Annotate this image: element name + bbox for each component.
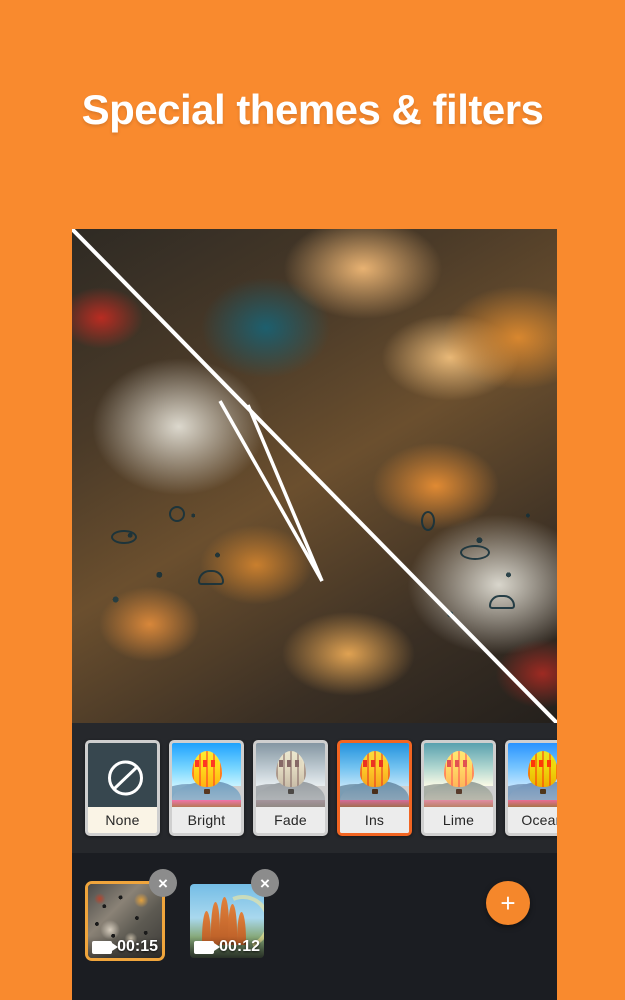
clip-item[interactable]: 00:12 × — [187, 869, 279, 961]
filter-item-ocean[interactable]: Ocean — [505, 740, 557, 836]
doodle-icon — [169, 505, 185, 522]
clip-duration: 00:15 — [117, 938, 158, 955]
filter-label: Fade — [256, 807, 325, 833]
doodle-icon — [198, 569, 225, 585]
doodle-icon — [421, 510, 436, 531]
balloon-icon — [359, 751, 390, 788]
video-camera-icon — [92, 940, 118, 954]
filter-thumbnail — [508, 743, 557, 813]
video-preview[interactable] — [72, 229, 557, 723]
filter-item-lime[interactable]: Lime — [421, 740, 496, 836]
close-icon[interactable]: × — [149, 869, 177, 897]
balloon-icon — [191, 751, 222, 788]
filter-label: Ocean — [508, 807, 557, 833]
doodle-icon — [489, 594, 516, 609]
filter-item-bright[interactable]: Bright — [169, 740, 244, 836]
clip-item[interactable]: 00:15 × — [85, 869, 177, 961]
balloon-icon — [527, 751, 557, 788]
page-title: Special themes & filters — [81, 86, 544, 133]
filter-label: Ins — [340, 807, 409, 833]
filter-item-none[interactable]: None — [85, 740, 160, 836]
add-clip-button[interactable]: + — [486, 881, 530, 925]
filter-thumbnail — [172, 743, 241, 813]
filter-item-fade[interactable]: Fade — [253, 740, 328, 836]
video-editor-panel: None Bright Fade Ins Lime Ocea 00:15 × 0… — [72, 229, 557, 1000]
no-filter-icon — [88, 743, 157, 813]
balloon-icon — [443, 751, 474, 788]
close-icon[interactable]: × — [251, 869, 279, 897]
filter-item-ins[interactable]: Ins — [337, 740, 412, 836]
clip-timeline[interactable]: 00:15 × 00:12 × + — [72, 853, 557, 1000]
filter-thumbnail — [256, 743, 325, 813]
clip-footer: 00:15 — [88, 936, 162, 958]
balloon-icon — [275, 751, 306, 788]
clip-duration: 00:12 — [219, 938, 260, 955]
filter-label: Bright — [172, 807, 241, 833]
clip-footer: 00:12 — [190, 936, 264, 958]
circle-slash-icon — [108, 760, 143, 796]
filter-thumbnail — [424, 743, 493, 813]
filter-label: None — [88, 807, 157, 833]
preview-doodle-texture — [72, 229, 557, 723]
filter-thumbnail — [340, 743, 409, 813]
video-camera-icon — [194, 940, 220, 954]
filter-strip[interactable]: None Bright Fade Ins Lime Ocea — [72, 723, 557, 853]
filter-label: Lime — [424, 807, 493, 833]
